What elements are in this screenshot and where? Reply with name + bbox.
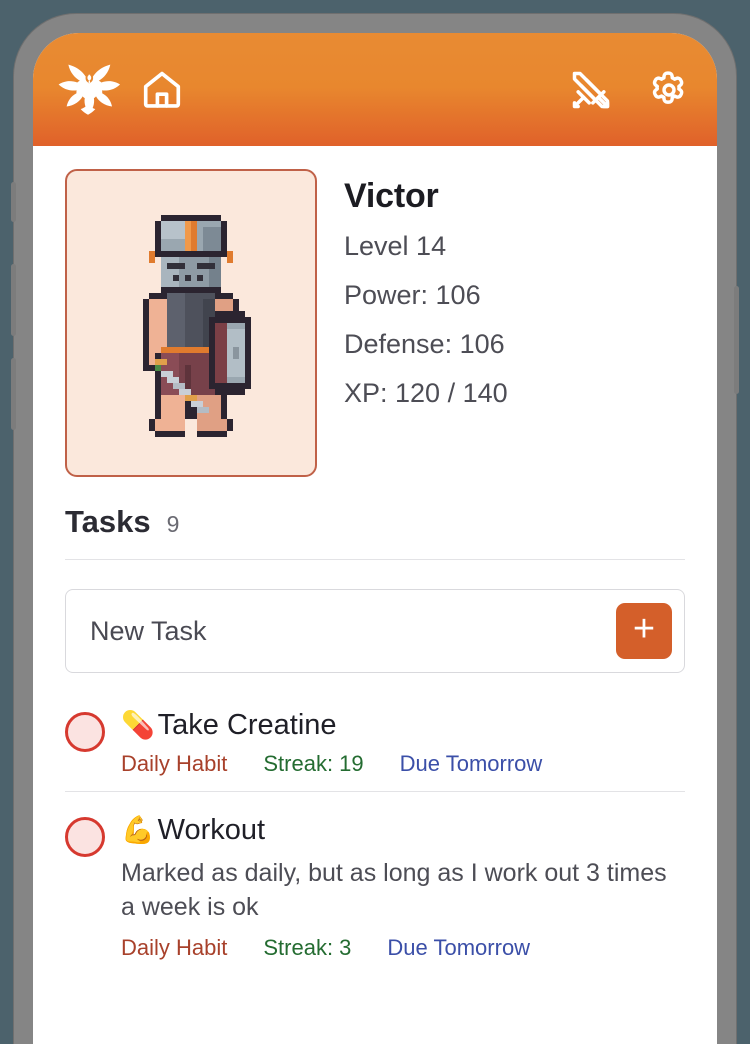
task-title-line[interactable]: 💊 Take Creatine — [121, 709, 685, 741]
tasks-divider — [65, 559, 685, 560]
tasks-title: Tasks — [65, 504, 151, 539]
task-streak-tag: Streak: 3 — [263, 934, 352, 960]
avatar-knight-sprite — [143, 215, 251, 437]
new-task-row: + — [65, 589, 685, 673]
task-title-line[interactable]: 💪 Workout — [121, 814, 685, 846]
task-list: 💊 Take Creatine Daily Habit Streak: 19 D… — [65, 699, 685, 961]
stat-power: Power: 106 — [344, 280, 481, 310]
tasks-header: Tasks 9 — [65, 477, 685, 540]
task-meta: Daily Habit Streak: 19 Due Tomorrow — [121, 751, 685, 777]
task-row: 💪 Workout Marked as daily, but as long a… — [65, 791, 685, 960]
task-title: Workout — [157, 814, 266, 847]
phone-frame: Victor Level 14 Power: 106 Defense: 106 … — [11, 14, 739, 1044]
app-header-bar — [33, 33, 717, 146]
task-content: 💪 Workout Marked as daily, but as long a… — [121, 814, 685, 960]
flexed-biceps-emoji: 💪 — [121, 815, 155, 846]
character-stats: Victor Level 14 Power: 106 Defense: 106 … — [317, 169, 508, 477]
task-complete-checkbox[interactable] — [65, 712, 105, 752]
phoenix-logo-icon[interactable] — [51, 59, 125, 121]
task-row: 💊 Take Creatine Daily Habit Streak: 19 D… — [65, 699, 685, 777]
task-meta: Daily Habit Streak: 3 Due Tomorrow — [121, 935, 685, 961]
stat-level: Level 14 — [344, 231, 447, 261]
volume-up-button[interactable] — [11, 264, 16, 336]
home-icon[interactable] — [139, 67, 185, 113]
battle-swords-icon[interactable] — [569, 68, 613, 112]
settings-gear-icon[interactable] — [647, 68, 691, 112]
task-title: Take Creatine — [157, 709, 337, 741]
task-habit-tag: Daily Habit — [121, 934, 228, 960]
character-profile: Victor Level 14 Power: 106 Defense: 106 … — [65, 146, 685, 477]
phone-screen: Victor Level 14 Power: 106 Defense: 106 … — [33, 33, 717, 1044]
task-habit-tag: Daily Habit — [121, 751, 228, 777]
task-due-tag: Due Tomorrow — [399, 751, 543, 777]
tasks-count-badge: 9 — [166, 511, 180, 537]
power-button[interactable] — [734, 286, 739, 394]
new-task-input[interactable] — [90, 615, 616, 647]
task-streak-tag: Streak: 19 — [263, 751, 364, 777]
pill-emoji: 💊 — [121, 709, 155, 740]
character-name: Victor — [344, 177, 439, 215]
task-complete-checkbox[interactable] — [65, 817, 105, 858]
volume-down-button[interactable] — [11, 358, 16, 430]
stat-xp: XP: 120 / 140 — [344, 378, 508, 408]
task-content: 💊 Take Creatine Daily Habit Streak: 19 D… — [121, 709, 685, 777]
task-due-tag: Due Tomorrow — [387, 934, 531, 960]
silent-switch-button[interactable] — [11, 182, 16, 222]
avatar-card[interactable] — [65, 169, 317, 477]
stat-defense: Defense: 106 — [344, 329, 505, 359]
task-description: Marked as daily, but as long as I work o… — [121, 858, 667, 922]
add-task-button[interactable]: + — [616, 603, 672, 659]
app-content: Victor Level 14 Power: 106 Defense: 106 … — [33, 146, 717, 961]
